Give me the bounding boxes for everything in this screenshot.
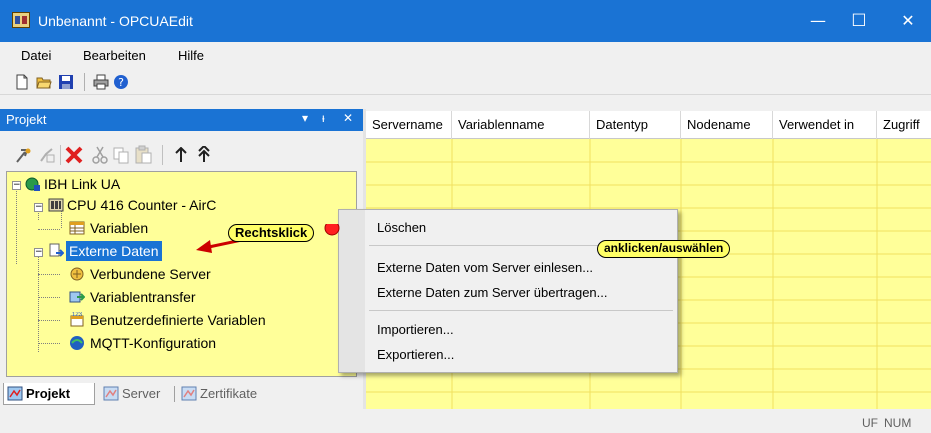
title-bar: Unbenannt - OPCUAEdit — ☐ ✕: [0, 0, 931, 42]
tab-label: Server: [122, 386, 161, 401]
status-uf: UF: [862, 416, 878, 430]
panel-close-icon[interactable]: ✕: [343, 111, 353, 125]
menu-item-einlesen[interactable]: Externe Daten vom Server einlesen...: [377, 260, 593, 275]
expander-externe-daten[interactable]: −: [34, 248, 43, 257]
mqtt-icon: [70, 336, 84, 350]
tab-zertifikate[interactable]: Zertifikate: [178, 383, 274, 405]
panel-toolbar: [0, 131, 363, 171]
save-icon[interactable]: [58, 74, 74, 90]
column-verwendet-in[interactable]: Verwendet in: [773, 111, 877, 139]
tree-item-variablentransfer[interactable]: Variablentransfer: [90, 287, 196, 307]
tab-projekt[interactable]: Projekt: [3, 383, 95, 405]
menu-separator: [369, 310, 673, 311]
minimize-button[interactable]: —: [795, 0, 841, 42]
svg-text:?: ?: [118, 76, 124, 89]
custom-variables-icon: 123: [70, 312, 84, 327]
menu-datei[interactable]: Datei: [21, 48, 51, 63]
project-panel-header: Projekt ▾ ᵼ ✕: [0, 109, 363, 131]
svg-text:123: 123: [72, 312, 83, 318]
panel-toolbar-separator: [162, 145, 163, 165]
server-tab-icon: [103, 386, 119, 401]
help-icon[interactable]: ?: [113, 74, 129, 90]
table-icon: [69, 221, 85, 235]
panel-pin-icon[interactable]: ᵼ: [322, 111, 325, 125]
tab-separator: [174, 386, 175, 402]
toolbar-separator: [84, 73, 85, 91]
menu-bearbeiten[interactable]: Bearbeiten: [83, 48, 146, 63]
panel-toolbar-separator: [60, 145, 61, 165]
move-top-icon[interactable]: [196, 146, 212, 163]
menu-bar: Datei Bearbeiten Hilfe: [0, 43, 931, 67]
move-up-icon[interactable]: [174, 147, 188, 163]
tab-label: Zertifikate: [200, 386, 258, 401]
menu-hilfe[interactable]: Hilfe: [178, 48, 204, 63]
disabled-icon: [40, 148, 55, 163]
context-menu: Löschen Externe Daten vom Server einlese…: [338, 209, 678, 373]
tree-item-variablen[interactable]: Variablen: [90, 218, 148, 238]
menu-item-uebertragen[interactable]: Externe Daten zum Server übertragen...: [377, 285, 608, 300]
toolbar: ?: [0, 67, 931, 95]
column-variablenname[interactable]: Variablenname: [452, 111, 590, 139]
properties-icon[interactable]: [15, 146, 33, 164]
tree-item-benutzerdefinierte-variablen[interactable]: Benutzerdefinierte Variablen: [90, 310, 266, 330]
right-click-callout: Rechtsklick: [228, 224, 315, 242]
project-tree[interactable]: − IBH Link UA − CPU 416 Counter - AirC V…: [6, 171, 357, 377]
expander-root[interactable]: −: [12, 181, 21, 190]
menu-item-exportieren[interactable]: Exportieren...: [377, 347, 454, 362]
tree-item-verbundene-server[interactable]: Verbundene Server: [90, 264, 211, 284]
cpu-icon: [48, 198, 64, 212]
maximize-button[interactable]: ☐: [836, 0, 882, 42]
grid-header: Servername Variablenname Datentyp Nodena…: [366, 111, 931, 139]
status-bar: UF NUM: [0, 412, 931, 433]
cut-icon: [92, 146, 108, 164]
window-title: Unbenannt - OPCUAEdit: [38, 13, 193, 29]
print-icon[interactable]: [93, 74, 109, 90]
network-icon: [25, 177, 40, 191]
menu-item-loeschen[interactable]: Löschen: [377, 220, 426, 235]
tree-item-externe-daten[interactable]: Externe Daten: [66, 241, 162, 261]
menu-item-importieren[interactable]: Importieren...: [377, 322, 454, 337]
close-button[interactable]: ✕: [885, 0, 931, 42]
app-icon: [12, 12, 30, 28]
tab-server[interactable]: Server: [100, 383, 172, 405]
copy-icon: [113, 147, 129, 164]
expander-cpu[interactable]: −: [34, 203, 43, 212]
tree-item-cpu[interactable]: CPU 416 Counter - AirC: [67, 195, 216, 215]
panel-title: Projekt: [6, 112, 47, 127]
column-zugriff[interactable]: Zugriff: [877, 111, 931, 139]
column-nodename[interactable]: Nodename: [681, 111, 773, 139]
connected-server-icon: [70, 267, 84, 281]
panel-tabs: Projekt Server Zertifikate: [0, 381, 363, 407]
column-servername[interactable]: Servername: [366, 111, 452, 139]
tree-item-ibh-link[interactable]: IBH Link UA: [44, 174, 120, 194]
project-tab-icon: [7, 386, 23, 401]
column-datentyp[interactable]: Datentyp: [590, 111, 681, 139]
variable-transfer-icon: [69, 291, 85, 303]
open-folder-icon[interactable]: [36, 74, 52, 90]
certificate-tab-icon: [181, 386, 197, 401]
select-callout: anklicken/auswählen: [597, 240, 731, 258]
tree-item-mqtt-konfiguration[interactable]: MQTT-Konfiguration: [90, 333, 216, 353]
paste-icon: [135, 145, 152, 164]
external-data-icon: [49, 243, 64, 257]
panel-dropdown-icon[interactable]: ▾: [302, 111, 308, 125]
status-num: NUM: [884, 416, 912, 430]
new-document-icon[interactable]: [14, 74, 30, 90]
tab-label: Projekt: [26, 386, 71, 401]
delete-icon[interactable]: [64, 145, 84, 165]
